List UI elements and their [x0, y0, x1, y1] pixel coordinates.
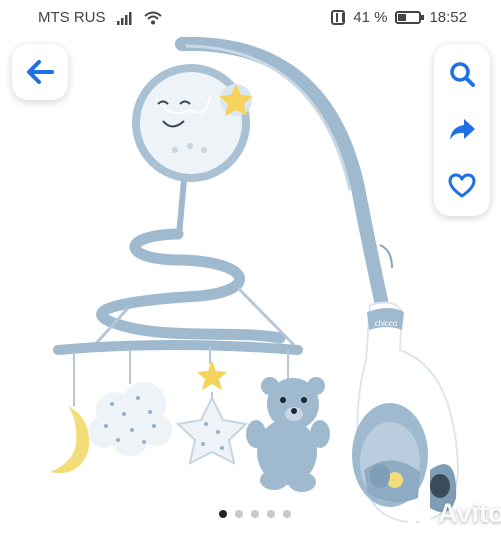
pager-dot[interactable] [235, 510, 243, 518]
heart-icon [448, 173, 476, 198]
pager-dot[interactable] [219, 510, 227, 518]
favorite-button[interactable] [434, 158, 490, 214]
search-icon [450, 62, 475, 87]
gallery-pager[interactable] [219, 510, 291, 518]
action-panel [434, 44, 490, 216]
search-button[interactable] [434, 46, 490, 102]
pager-dot[interactable] [283, 510, 291, 518]
back-button[interactable] [12, 44, 68, 100]
share-button[interactable] [434, 102, 490, 158]
avito-logo-icon [406, 502, 431, 526]
product-photo[interactable]: chicco [0, 0, 501, 540]
arrow-left-icon [27, 60, 54, 84]
pager-dot[interactable] [267, 510, 275, 518]
share-icon [450, 119, 475, 140]
watermark-text: Avito [438, 498, 501, 528]
brand-logo: chicco [375, 319, 398, 328]
pager-dot[interactable] [251, 510, 259, 518]
avito-watermark: Avito [404, 498, 501, 529]
